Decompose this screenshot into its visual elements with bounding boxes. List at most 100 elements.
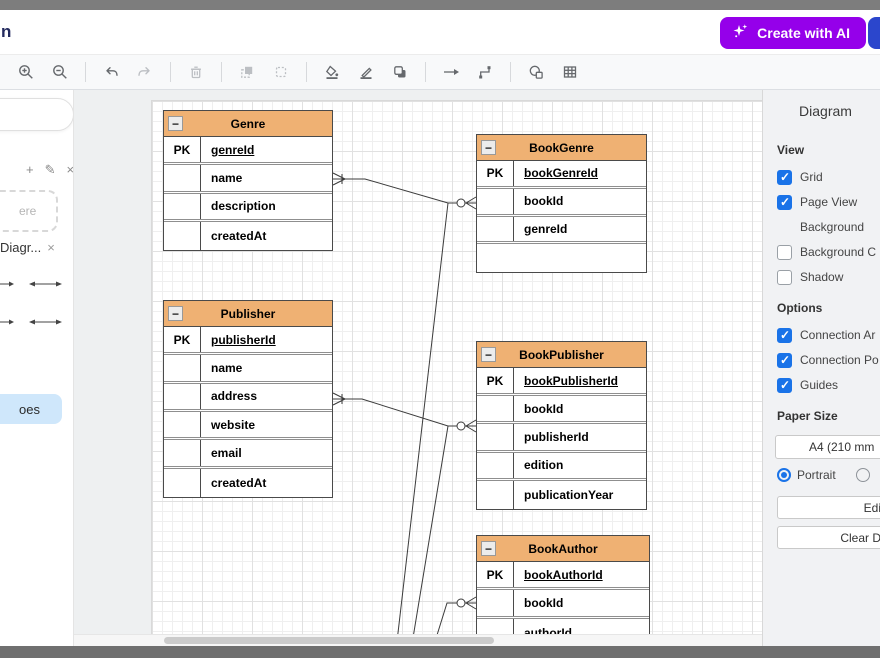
library-section-title[interactable]: Diagr...	[0, 240, 41, 255]
collapse-icon[interactable]: −	[481, 347, 496, 362]
portrait-radio[interactable]	[777, 468, 791, 482]
entity-header[interactable]: −BookPublisher	[477, 342, 646, 368]
undo-icon[interactable]	[97, 59, 125, 85]
entity-attribute-row[interactable]: PKbookPublisherId	[477, 368, 646, 396]
entity-header[interactable]: −Publisher	[164, 301, 332, 327]
er-relationship-edge[interactable]	[411, 426, 448, 646]
guides-checkbox[interactable]	[777, 378, 792, 393]
landscape-radio[interactable]	[856, 468, 870, 482]
horizontal-scrollbar[interactable]	[74, 634, 762, 646]
entity-attribute-row[interactable]: edition	[477, 453, 646, 481]
dropzone-text: ere	[0, 204, 36, 218]
grid-checkbox[interactable]	[777, 170, 792, 185]
add-library-icon[interactable]: +	[26, 162, 34, 178]
close-library-icon[interactable]: ×	[67, 162, 75, 178]
create-with-ai-button[interactable]: Create with AI	[720, 17, 866, 49]
entity-attribute-row[interactable]: address	[164, 384, 332, 412]
library-close-icon[interactable]: ×	[47, 240, 55, 255]
entity-attribute-row[interactable]: publisherId	[477, 424, 646, 452]
er-relationship-edge[interactable]	[333, 179, 476, 203]
entity-attribute-row[interactable]: bookId	[477, 396, 646, 424]
zero-or-many-circle	[457, 422, 465, 430]
to-front-icon[interactable]	[233, 59, 261, 85]
collapse-icon[interactable]: −	[168, 306, 183, 321]
line-color-icon[interactable]	[352, 59, 380, 85]
entity-attribute-row[interactable]: bookId	[477, 590, 649, 618]
zoom-out-icon[interactable]	[46, 59, 74, 85]
shadow-checkbox[interactable]	[777, 270, 792, 285]
attribute-name: description	[201, 194, 332, 219]
entity-attribute-row[interactable]: website	[164, 412, 332, 440]
entity-attribute-row[interactable]: createdAt	[164, 469, 332, 497]
collapse-icon[interactable]: −	[168, 116, 183, 131]
paper-size-value: A4 (210 mm	[809, 440, 874, 454]
pk-cell: PK	[164, 137, 201, 162]
er-relationship-edge[interactable]	[396, 203, 448, 646]
shadow-icon[interactable]	[386, 59, 414, 85]
waypoint-connector-icon[interactable]	[471, 59, 499, 85]
connection-arrows-checkbox-row: Connection Ar	[777, 327, 880, 343]
entity-attribute-row[interactable]: description	[164, 194, 332, 222]
fill-color-icon[interactable]	[318, 59, 346, 85]
entity-header[interactable]: −BookAuthor	[477, 536, 649, 562]
connection-arrows-checkbox[interactable]	[777, 328, 792, 343]
toolbar-separator	[425, 62, 426, 82]
sidebar-selected-category[interactable]: oes	[0, 394, 62, 424]
entity-table-bookpublisher[interactable]: −BookPublisherPKbookPublisherIdbookIdpub…	[476, 341, 647, 510]
entity-attribute-row[interactable]: PKbookGenreId	[477, 161, 646, 189]
entity-attribute-row[interactable]: PKgenreId	[164, 137, 332, 165]
collapse-icon[interactable]: −	[481, 140, 496, 155]
entity-table-bookauthor[interactable]: −BookAuthorPKbookAuthorIdbookIdauthorId	[476, 535, 650, 646]
entity-table-publisher[interactable]: −PublisherPKpublisherIdnameaddress websit…	[163, 300, 333, 498]
to-back-icon[interactable]	[267, 59, 295, 85]
create-with-ai-label: Create with AI	[757, 25, 850, 41]
redo-icon[interactable]	[131, 59, 159, 85]
entity-attribute-row[interactable]: PKpublisherId	[164, 327, 332, 355]
pk-cell	[477, 217, 514, 242]
connection-arrows-label: Connection Ar	[800, 328, 875, 342]
save-button-partial[interactable]	[868, 17, 880, 49]
pk-cell	[477, 424, 514, 449]
attribute-name: website	[201, 412, 332, 437]
horizontal-scrollbar-thumb[interactable]	[164, 637, 494, 644]
entity-attribute-row[interactable]: name	[164, 355, 332, 383]
entity-header[interactable]: −Genre	[164, 111, 332, 137]
background-color-checkbox[interactable]	[777, 245, 792, 260]
entity-attribute-row[interactable]: publicationYear	[477, 481, 646, 509]
entity-attribute-row[interactable]: name	[164, 165, 332, 193]
entity-attribute-row[interactable]: genreId	[477, 217, 646, 245]
delete-icon[interactable]	[182, 59, 210, 85]
shape-search-input[interactable]	[0, 98, 74, 131]
entity-empty-row[interactable]	[477, 244, 646, 272]
entity-attribute-row[interactable]: createdAt	[164, 222, 332, 250]
entity-attribute-row[interactable]: bookId	[477, 189, 646, 217]
shape-preview-row[interactable]	[0, 276, 74, 292]
entity-attribute-row[interactable]: email	[164, 440, 332, 468]
edit-library-icon[interactable]: ✎	[45, 162, 56, 178]
shadow-label: Shadow	[800, 270, 843, 284]
app-header: n Create with AI	[0, 10, 880, 55]
guides-label: Guides	[800, 378, 838, 392]
entity-header[interactable]: −BookGenre	[477, 135, 646, 161]
attribute-name: address	[201, 384, 332, 409]
er-relationship-edge[interactable]	[333, 399, 476, 426]
shape-preview-row[interactable]	[0, 314, 74, 330]
zoom-in-icon[interactable]	[12, 59, 40, 85]
edit-button[interactable]: Edi	[777, 496, 880, 519]
shape-dropzone[interactable]: ere	[0, 190, 58, 232]
diagram-canvas[interactable]: −GenrePKgenreIdnamedescriptioncreatedAt−…	[74, 90, 762, 646]
portrait-label: Portrait	[797, 468, 836, 482]
options-section-label: Options	[777, 301, 880, 315]
page-view-checkbox[interactable]	[777, 195, 792, 210]
collapse-icon[interactable]: −	[481, 541, 496, 556]
entity-attribute-row[interactable]: PKbookAuthorId	[477, 562, 649, 590]
paper-size-select[interactable]: A4 (210 mm	[775, 435, 880, 459]
clear-default-style-button[interactable]: Clear D	[777, 526, 880, 549]
entity-table-bookgenre[interactable]: −BookGenrePKbookGenreIdbookIdgenreId	[476, 134, 647, 273]
connection-points-checkbox[interactable]	[777, 353, 792, 368]
entity-table-genre[interactable]: −GenrePKgenreIdnamedescription createdAt	[163, 110, 333, 251]
insert-table-icon[interactable]	[556, 59, 584, 85]
pk-cell	[477, 396, 514, 421]
insert-shape-icon[interactable]	[522, 59, 550, 85]
arrow-icon[interactable]	[437, 59, 465, 85]
